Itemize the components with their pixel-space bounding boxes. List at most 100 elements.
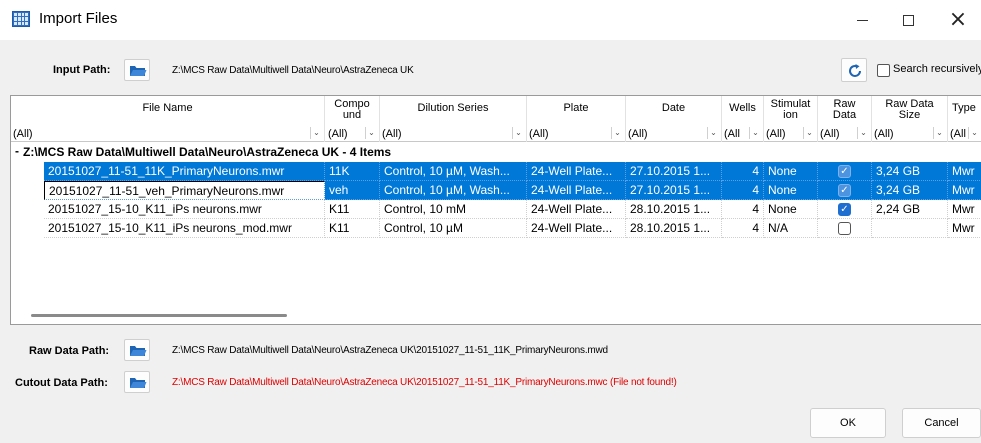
cell-file-name: 20151027_15-10_K11_iPs neurons.mwr [44, 200, 325, 219]
cell-raw-data: ✓ [818, 200, 872, 219]
cell-compound: 11K [325, 162, 380, 181]
cell-date: 28.10.2015 1... [626, 219, 722, 238]
browse-cutout-data-path-button[interactable] [124, 371, 150, 393]
group-header-row[interactable]: - Z:\MCS Raw Data\Multiwell Data\Neuro\A… [11, 143, 981, 161]
raw-data-checkbox[interactable]: ✓ [838, 203, 851, 216]
input-path-label: Input Path: [53, 64, 111, 76]
cell-stimulation: N/A [764, 219, 818, 238]
cutout-data-path-label: Cutout Data Path: [15, 377, 108, 389]
column-filter[interactable]: (All) [628, 128, 648, 140]
cell-size: 2,24 GB [872, 200, 948, 219]
column-raw-data-size[interactable]: Raw Data Size (All) ⌄ [872, 96, 948, 142]
column-title: Type [952, 102, 976, 114]
browse-raw-data-path-button[interactable] [124, 339, 150, 361]
chevron-down-icon[interactable]: ⌄ [749, 127, 761, 139]
cell-stimulation: None [764, 200, 818, 219]
raw-data-path-label: Raw Data Path: [29, 345, 110, 357]
maximize-button[interactable] [885, 0, 931, 40]
column-filter[interactable]: (All) [13, 128, 33, 140]
table-row[interactable]: 20151027_11-51_11K_PrimaryNeurons.mwr 11… [44, 162, 981, 181]
raw-data-checkbox[interactable]: ✓ [838, 165, 851, 178]
refresh-icon [849, 64, 861, 77]
column-filter[interactable]: (All) [766, 128, 786, 140]
column-compound[interactable]: Compo und (All) ⌄ [325, 96, 380, 142]
chevron-down-icon[interactable]: ⌄ [611, 127, 623, 139]
close-button[interactable]: × [935, 0, 981, 40]
import-files-dialog: Import Files × Input Path: Z:\MCS Raw Da… [0, 0, 981, 443]
column-filter[interactable]: (All) [874, 128, 894, 140]
cell-file-name: 20151027_11-51_veh_PrimaryNeurons.mwr [44, 181, 325, 200]
horizontal-scrollbar[interactable] [31, 314, 287, 317]
column-title: File Name [142, 102, 193, 114]
cell-dilution: Control, 10 µM, Wash... [380, 181, 527, 200]
table-row[interactable]: 20151027_11-51_veh_PrimaryNeurons.mwr ve… [44, 181, 981, 200]
chevron-down-icon[interactable]: ⌄ [310, 127, 322, 139]
cell-size [872, 219, 948, 238]
column-plate[interactable]: Plate (All) ⌄ [527, 96, 626, 142]
column-filter[interactable]: (All) [529, 128, 549, 140]
collapse-toggle[interactable]: - [15, 145, 19, 157]
files-grid: File Name (All) ⌄ Compo und (All) ⌄ Dilu… [10, 95, 981, 325]
group-title: Z:\MCS Raw Data\Multiwell Data\Neuro\Ast… [23, 145, 392, 159]
grid-table-icon [12, 11, 30, 27]
cell-wells: 4 [722, 200, 764, 219]
cell-wells: 4 [722, 162, 764, 181]
input-path-value[interactable]: Z:\MCS Raw Data\Multiwell Data\Neuro\Ast… [172, 65, 414, 76]
column-wells[interactable]: Wells (All ⌄ [722, 96, 764, 142]
cell-type: Mwr [948, 200, 981, 219]
cell-dilution: Control, 10 µM, Wash... [380, 162, 527, 181]
grid-header: File Name (All) ⌄ Compo und (All) ⌄ Dilu… [11, 96, 981, 142]
cell-raw-data: ✓ [818, 181, 872, 200]
browse-input-path-button[interactable] [124, 59, 150, 81]
table-row[interactable]: 20151027_15-10_K11_iPs neurons_mod.mwr K… [44, 219, 981, 238]
cell-type: Mwr [948, 181, 981, 200]
cell-plate: 24-Well Plate... [527, 219, 626, 238]
search-recursively-checkbox[interactable] [877, 64, 890, 77]
column-title: Dilution Series [417, 102, 489, 114]
chevron-down-icon[interactable]: ⌄ [365, 127, 377, 139]
column-file-name[interactable]: File Name (All) ⌄ [11, 96, 325, 142]
column-type[interactable]: Type (All ⌄ [948, 96, 981, 142]
column-title: Plate [563, 102, 589, 114]
cell-type: Mwr [948, 162, 981, 181]
chevron-down-icon[interactable]: ⌄ [512, 127, 524, 139]
chevron-down-icon[interactable]: ⌄ [803, 127, 815, 139]
raw-data-path-value[interactable]: Z:\MCS Raw Data\Multiwell Data\Neuro\Ast… [172, 345, 608, 356]
folder-open-icon [130, 66, 147, 76]
cell-plate: 24-Well Plate... [527, 181, 626, 200]
chevron-down-icon[interactable]: ⌄ [707, 127, 719, 139]
column-filter[interactable]: (All) [820, 128, 840, 140]
cell-file-name: 20151027_11-51_11K_PrimaryNeurons.mwr [44, 162, 325, 181]
cell-wells: 4 [722, 219, 764, 238]
minimize-button[interactable] [839, 0, 885, 40]
minimize-icon [856, 19, 868, 21]
ok-button[interactable]: OK [810, 408, 886, 438]
maximize-icon [902, 14, 914, 26]
cancel-button[interactable]: Cancel [902, 408, 981, 438]
column-raw-data[interactable]: Raw Data (All) ⌄ [818, 96, 872, 142]
cell-date: 28.10.2015 1... [626, 200, 722, 219]
raw-data-checkbox[interactable]: ✓ [838, 184, 851, 197]
chevron-down-icon[interactable]: ⌄ [968, 127, 980, 139]
column-date[interactable]: Date (All) ⌄ [626, 96, 722, 142]
cutout-data-path-value[interactable]: Z:\MCS Raw Data\Multiwell Data\Neuro\Ast… [172, 377, 677, 388]
cell-raw-data: ✓ [818, 162, 872, 181]
cell-plate: 24-Well Plate... [527, 162, 626, 181]
column-filter[interactable]: (All [724, 128, 740, 140]
table-row[interactable]: 20151027_15-10_K11_iPs neurons.mwr K11 C… [44, 200, 981, 219]
column-filter[interactable]: (All) [382, 128, 402, 140]
search-recursively-label: Search recursively [893, 63, 981, 75]
column-stimulation[interactable]: Stimulat ion (All) ⌄ [764, 96, 818, 142]
refresh-button[interactable] [841, 58, 867, 82]
column-filter[interactable]: (All [950, 128, 966, 140]
cell-dilution: Control, 10 µM [380, 219, 527, 238]
column-dilution-series[interactable]: Dilution Series (All) ⌄ [380, 96, 527, 142]
cell-compound: K11 [325, 219, 380, 238]
chevron-down-icon[interactable]: ⌄ [933, 127, 945, 139]
title-bar: Import Files × [0, 0, 981, 40]
cell-wells: 4 [722, 181, 764, 200]
column-filter[interactable]: (All) [328, 128, 348, 140]
cell-date: 27.10.2015 1... [626, 162, 722, 181]
chevron-down-icon[interactable]: ⌄ [857, 127, 869, 139]
raw-data-checkbox[interactable] [838, 222, 851, 235]
